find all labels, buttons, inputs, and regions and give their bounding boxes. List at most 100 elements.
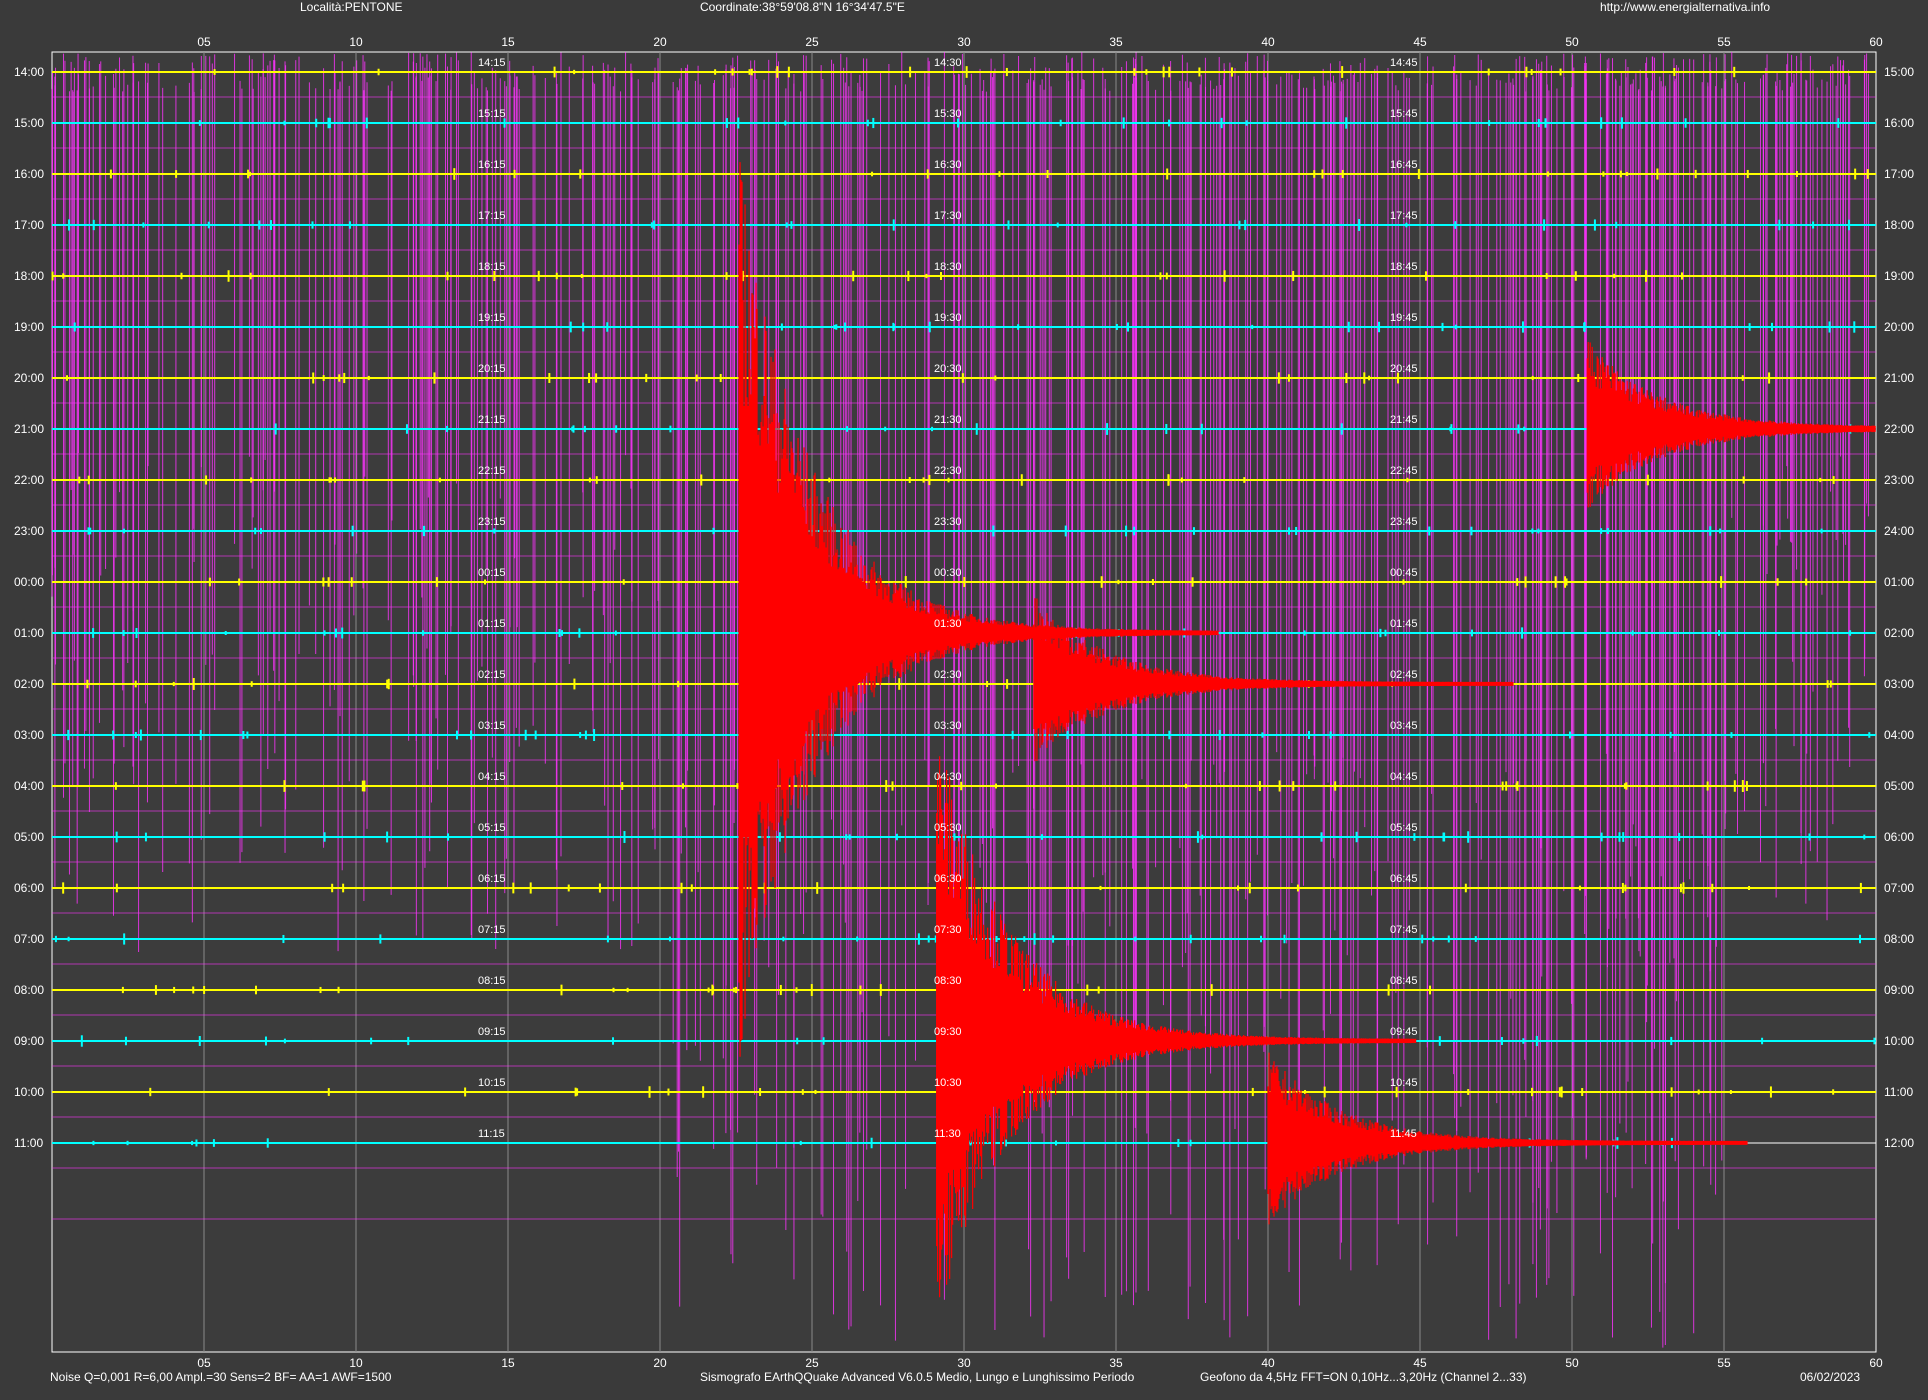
row-label-left: 22:00 (14, 473, 44, 487)
row-label-left: 08:00 (14, 983, 44, 997)
row-label-left: 11:00 (14, 1136, 43, 1150)
time-mark: 16:30 (934, 159, 962, 171)
time-mark: 19:15 (478, 312, 506, 324)
time-mark: 14:15 (478, 57, 506, 69)
time-mark: 19:30 (934, 312, 962, 324)
time-mark: 20:30 (934, 363, 962, 375)
time-mark: 21:45 (1390, 414, 1418, 426)
x-tick-label-bottom: 45 (1413, 1356, 1427, 1370)
time-mark: 09:15 (478, 1026, 506, 1038)
time-mark: 04:15 (478, 771, 506, 783)
row-label-left: 00:00 (14, 575, 44, 589)
time-mark: 05:15 (478, 822, 506, 834)
x-tick-label-bottom: 10 (349, 1356, 363, 1370)
time-mark: 16:45 (1390, 159, 1418, 171)
time-mark: 06:30 (934, 873, 962, 885)
x-tick-label-top: 60 (1869, 35, 1883, 49)
time-mark: 03:15 (478, 720, 506, 732)
x-tick-label-top: 40 (1261, 35, 1275, 49)
row-label-left: 07:00 (14, 932, 44, 946)
x-tick-label-top: 10 (349, 35, 363, 49)
software-label: Sismografo EArthQQuake Advanced V6.0.5 M… (700, 1370, 1135, 1384)
time-mark: 18:30 (934, 261, 962, 273)
row-label-left: 18:00 (14, 269, 44, 283)
time-mark: 06:45 (1390, 873, 1418, 885)
row-label-left: 05:00 (14, 830, 44, 844)
row-label-right: 03:00 (1884, 677, 1914, 691)
time-mark: 15:15 (478, 108, 506, 120)
row-label-right: 06:00 (1884, 830, 1914, 844)
x-tick-label-top: 35 (1109, 35, 1123, 49)
row-label-left: 20:00 (14, 371, 44, 385)
row-label-right: 18:00 (1884, 218, 1914, 232)
time-mark: 23:30 (934, 516, 962, 528)
time-mark: 15:45 (1390, 108, 1418, 120)
row-label-left: 21:00 (14, 422, 44, 436)
time-mark: 21:30 (934, 414, 962, 426)
time-mark: 02:15 (478, 669, 506, 681)
date-label: 06/02/2023 (1800, 1370, 1861, 1384)
row-label-left: 04:00 (14, 779, 44, 793)
x-tick-label-bottom: 30 (957, 1356, 971, 1370)
time-mark: 21:15 (478, 414, 506, 426)
time-mark: 14:45 (1390, 57, 1418, 69)
row-label-right: 23:00 (1884, 473, 1914, 487)
settings-label: Noise Q=0,001 R=6,00 Ampl.=30 Sens=2 BF=… (50, 1370, 392, 1384)
row-label-right: 08:00 (1884, 932, 1914, 946)
x-tick-label-bottom: 20 (653, 1356, 667, 1370)
row-label-right: 16:00 (1884, 116, 1914, 130)
row-label-left: 15:00 (14, 116, 44, 130)
time-mark: 09:30 (934, 1026, 962, 1038)
time-mark: 03:45 (1390, 720, 1418, 732)
row-label-right: 24:00 (1884, 524, 1914, 538)
time-mark: 05:45 (1390, 822, 1418, 834)
time-mark: 01:15 (478, 618, 506, 630)
row-label-left: 17:00 (14, 218, 44, 232)
time-mark: 10:45 (1390, 1077, 1418, 1089)
time-mark: 01:30 (934, 618, 962, 630)
x-tick-label-top: 25 (805, 35, 819, 49)
time-mark: 20:15 (478, 363, 506, 375)
row-label-left: 23:00 (14, 524, 44, 538)
x-tick-label-bottom: 25 (805, 1356, 819, 1370)
x-tick-label-bottom: 35 (1109, 1356, 1123, 1370)
row-label-right: 09:00 (1884, 983, 1914, 997)
x-tick-label-bottom: 05 (197, 1356, 211, 1370)
x-tick-label-bottom: 50 (1565, 1356, 1579, 1370)
time-mark: 18:45 (1390, 261, 1418, 273)
row-label-right: 21:00 (1884, 371, 1914, 385)
row-label-right: 17:00 (1884, 167, 1914, 181)
time-mark: 00:30 (934, 567, 962, 579)
time-mark: 18:15 (478, 261, 506, 273)
time-mark: 19:45 (1390, 312, 1418, 324)
row-label-right: 15:00 (1884, 65, 1914, 79)
time-mark: 15:30 (934, 108, 962, 120)
time-mark: 00:45 (1390, 567, 1418, 579)
time-mark: 14:30 (934, 57, 962, 69)
x-tick-label-top: 15 (501, 35, 515, 49)
time-mark: 20:45 (1390, 363, 1418, 375)
helicorder-plot: 05 05 10 10 15 15 20 20 25 25 30 30 35 35 40 40 45 45 50 50… (14, 35, 1914, 1370)
time-mark: 08:45 (1390, 975, 1418, 987)
time-mark: 04:45 (1390, 771, 1418, 783)
row-label-right: 07:00 (1884, 881, 1914, 895)
x-tick-label-top: 30 (957, 35, 971, 49)
row-label-left: 14:00 (14, 65, 44, 79)
row-label-left: 10:00 (14, 1085, 44, 1099)
row-label-left: 03:00 (14, 728, 44, 742)
row-label-left: 02:00 (14, 677, 44, 691)
time-mark: 00:15 (478, 567, 506, 579)
time-mark: 22:45 (1390, 465, 1418, 477)
row-label-left: 16:00 (14, 167, 44, 181)
sensor-label: Geofono da 4,5Hz FFT=ON 0,10Hz...3,20Hz … (1200, 1370, 1527, 1384)
row-label-right: 05:00 (1884, 779, 1914, 793)
time-mark: 17:30 (934, 210, 962, 222)
time-mark: 11:30 (934, 1128, 961, 1140)
time-mark: 23:15 (478, 516, 506, 528)
x-tick-label-bottom: 55 (1717, 1356, 1731, 1370)
row-label-left: 06:00 (14, 881, 44, 895)
time-mark: 09:45 (1390, 1026, 1418, 1038)
x-tick-label-bottom: 15 (501, 1356, 515, 1370)
time-mark: 07:45 (1390, 924, 1418, 936)
x-tick-label-top: 50 (1565, 35, 1579, 49)
